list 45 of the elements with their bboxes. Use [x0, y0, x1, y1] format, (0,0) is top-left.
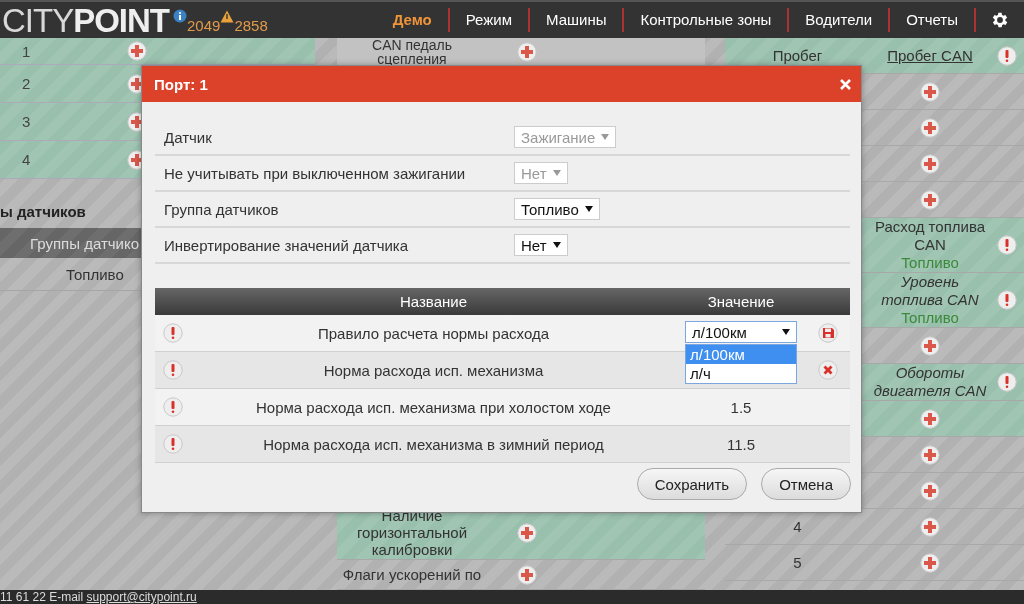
row-number: 3: [21, 113, 32, 130]
group-label: Топливо: [901, 254, 959, 272]
email-link[interactable]: support@citypoint.ru: [86, 590, 197, 604]
field-label: Не учитывать при выключенном зажигании: [164, 164, 467, 182]
column-header: Название: [399, 293, 468, 310]
table-cell-text: Флаги ускорений по: [341, 566, 483, 583]
warning-count: 2858: [234, 16, 268, 34]
parameter-name: Норма расхода исп. механизма в зимний период: [262, 435, 605, 453]
sensor-name: Уровень топлива CAN: [880, 273, 980, 309]
select-field[interactable]: Топливо: [514, 198, 600, 220]
row-number: 1: [21, 42, 32, 60]
table-cell-text: Наличие горизонтальной калибровки: [355, 507, 469, 558]
nav-tab[interactable]: Машины: [529, 8, 625, 32]
parameter-value: 11.5: [726, 435, 756, 453]
nav-tab[interactable]: Демо: [376, 8, 450, 32]
parameter-value: 1.5: [730, 398, 752, 416]
field-label: Группа датчиков: [164, 200, 280, 218]
select-field[interactable]: Нет: [514, 234, 568, 256]
nav-tab[interactable]: Отчеты: [890, 8, 976, 32]
footer-text: 11 61 22 E-mail support@citypoint.ru: [0, 590, 197, 604]
parameter-name: Норма расхода исп. механизма: [322, 361, 545, 379]
sensor-link[interactable]: Пробег CAN: [887, 46, 973, 65]
nav-tab[interactable]: Режим: [449, 8, 530, 32]
row-number: 4: [21, 151, 32, 168]
info-count: 2049: [187, 16, 221, 34]
sensor-name: Расход топлива CAN: [873, 218, 987, 254]
group-label: Топливо: [901, 309, 959, 327]
table-cell: Пробег: [772, 46, 823, 65]
table-cell: 4: [793, 517, 802, 536]
nav-tab[interactable]: Водители: [789, 8, 891, 32]
column-header: Значение: [706, 293, 776, 310]
row-number: 2: [21, 75, 32, 92]
nav-tab[interactable]: Контрольные зоны: [624, 8, 790, 32]
save-button[interactable]: Сохранить: [636, 468, 748, 500]
parameter-name: Правило расчета нормы расхода: [317, 324, 550, 342]
table-cell: 5: [793, 553, 802, 572]
cancel-button[interactable]: Отмена: [761, 468, 851, 500]
select-field[interactable]: л/100км: [685, 321, 797, 343]
logo[interactable]: CITYPOINT: [2, 3, 169, 37]
sensor-name: Обороты двигателя CAN: [872, 364, 988, 400]
dialog-title: Порт: 1: [154, 75, 208, 93]
table-cell-text: CAN педаль сцепления: [371, 38, 453, 66]
field-label: Датчик: [164, 128, 213, 146]
section-heading: ы датчиков: [0, 203, 86, 220]
parameter-name: Норма расхода исп. механизма при холостом ходе: [255, 398, 612, 416]
